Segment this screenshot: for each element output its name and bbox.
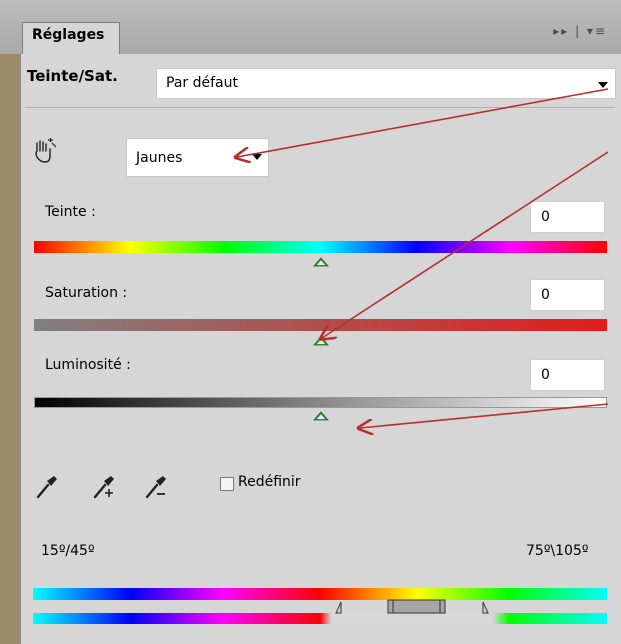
chevron-down-icon [598,82,608,88]
hue-input[interactable]: 0 [530,201,605,233]
background-strip [0,54,20,644]
eyedropper-icon[interactable] [34,472,60,500]
chevron-down-icon [252,154,262,160]
tab-reglages[interactable]: Réglages [22,22,120,54]
preset-value: Par défaut [166,75,238,91]
hue-label: Teinte : [45,204,96,220]
eyedropper-plus-icon[interactable] [91,472,117,500]
saturation-input[interactable]: 0 [530,279,605,311]
channel-dropdown[interactable]: Jaunes [126,138,269,177]
hue-slider-track[interactable] [34,241,607,253]
lightness-slider-track[interactable] [34,397,607,408]
range-right-readout: 75º\105º [526,543,589,559]
hue-slider-thumb[interactable] [312,257,329,267]
color-range-bars[interactable] [33,588,607,632]
colorize-label: Redéfinir [238,474,301,490]
targeted-adjustment-hand-icon[interactable] [31,138,57,164]
saturation-slider-track[interactable] [34,319,607,331]
header-divider [25,107,615,108]
range-left-readout: 15º/45º [41,543,95,559]
eyedropper-minus-icon[interactable] [143,472,169,500]
saturation-label: Saturation : [45,285,128,301]
colorize-checkbox[interactable] [220,477,234,491]
adjustment-title: Teinte/Sat. [27,67,118,85]
lightness-slider-thumb[interactable] [312,411,329,421]
saturation-slider-thumb[interactable] [312,336,329,346]
preset-dropdown[interactable]: Par défaut [156,68,616,99]
lightness-label: Luminosité : [45,357,131,373]
panel-menu-controls[interactable]: ▸▸ | ▾≡ [553,24,607,38]
channel-value: Jaunes [136,150,183,166]
lightness-input[interactable]: 0 [530,359,605,391]
